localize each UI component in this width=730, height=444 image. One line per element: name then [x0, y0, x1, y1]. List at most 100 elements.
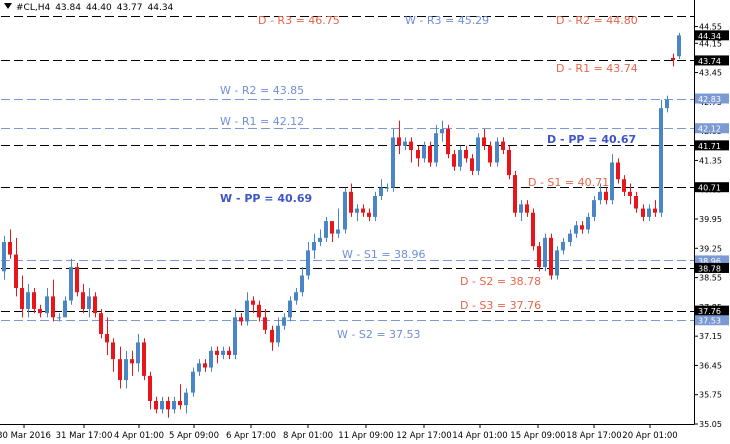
x-tick-label-4: 6 Apr 17:00: [226, 431, 276, 441]
price-tag-text: 38.78: [698, 264, 721, 273]
candle-body: [51, 296, 55, 318]
candle-body: [124, 359, 128, 381]
x-tick-label-7: 12 Apr 17:00: [396, 431, 451, 441]
candle-body: [628, 191, 632, 196]
candle-body: [32, 292, 36, 309]
level-label-12: W - S2 = 37.53: [337, 328, 421, 341]
candle-91: [555, 246, 559, 280]
level-price-tag-3: 43.74: [695, 55, 729, 66]
candle-body: [63, 300, 67, 318]
candle-90: [549, 233, 553, 280]
candle-body: [561, 242, 565, 251]
candle-89: [543, 233, 547, 272]
y-tick-label-2: 43.45: [699, 69, 722, 78]
price-chart[interactable]: 44.5544.1543.4542.7542.0541.3540.6539.95…: [0, 0, 730, 444]
candle-body: [38, 308, 42, 314]
price-tag-text: 43.74: [698, 57, 721, 66]
level-label-3: D - R1 = 43.74: [556, 62, 638, 75]
candle-body: [312, 242, 316, 251]
candle-body: [148, 375, 152, 401]
candle-body: [361, 208, 365, 213]
candle-body: [476, 137, 480, 171]
candle-body: [604, 191, 608, 201]
candle-body: [653, 208, 657, 213]
level-label-0: D - R3 = 46.75: [258, 14, 340, 27]
level-price-tag-4: 42.83: [695, 93, 729, 104]
candle-23: [142, 338, 146, 381]
y-tick-label-8: 39.25: [699, 244, 722, 253]
candle-body: [659, 108, 663, 213]
y-tick-label-0: 44.55: [699, 23, 722, 32]
candle-body: [501, 141, 505, 150]
price-tag-text: 42.12: [698, 125, 721, 134]
candle-body: [634, 195, 638, 209]
candle-83: [507, 145, 511, 180]
candle-88: [537, 242, 541, 272]
x-tick-label-2: 4 Apr 01:00: [114, 431, 164, 441]
open-value: 43.84: [55, 3, 81, 13]
level-label-7: W - PP = 40.69: [220, 192, 312, 205]
level-label-11: D - S3 = 37.76: [460, 299, 541, 312]
candle-body: [434, 133, 438, 163]
candle-body: [93, 296, 97, 314]
y-tick-label-5: 41.35: [699, 156, 722, 165]
level-price-tag-6: 41.71: [695, 140, 729, 151]
candle-body: [336, 229, 340, 234]
candle-body: [531, 212, 535, 247]
y-tick-label-9: 38.55: [699, 274, 722, 283]
candle-body: [379, 187, 383, 196]
candle-body: [26, 292, 30, 309]
price-tag-text: 37.53: [698, 317, 721, 326]
close-value: 44.34: [147, 3, 174, 13]
level-label-5: W - R1 = 42.12: [220, 115, 304, 128]
candle-body: [574, 225, 578, 234]
candle-body: [537, 246, 541, 268]
candle-111: [677, 32, 681, 60]
candle-body: [263, 317, 267, 330]
candle-78: [476, 133, 480, 176]
candle-body: [227, 350, 231, 355]
price-tag-text: 41.71: [698, 142, 721, 151]
level-price-tag-10: 38.78: [695, 262, 729, 273]
y-tick-label-7: 39.95: [699, 215, 722, 224]
candle-body: [166, 400, 170, 410]
candle-body: [209, 350, 213, 368]
candle-body: [610, 162, 614, 201]
candle-body: [99, 313, 103, 335]
x-tick-label-1: 31 Mar 17:00: [56, 431, 113, 441]
level-label-4: W - R2 = 43.85: [220, 84, 304, 97]
level-label-1: W - R3 = 45.29: [405, 14, 489, 27]
candle-body: [555, 250, 559, 276]
candle-body: [2, 242, 6, 272]
price-tag-text: 42.83: [698, 95, 721, 104]
candle-body: [409, 141, 413, 150]
candle-body: [14, 254, 18, 289]
candle-body: [568, 233, 572, 243]
level-label-9: W - S1 = 38.96: [342, 248, 426, 261]
candle-12: [75, 262, 79, 297]
candle-body: [488, 145, 492, 163]
candle-body: [470, 158, 474, 171]
x-tick-label-11: 20 Apr 01:00: [622, 431, 677, 441]
chart-header: #CL,H4 43.84 44.40 43.77 44.34: [4, 3, 178, 13]
level-price-tag-5: 42.12: [695, 123, 729, 134]
candle-body: [197, 363, 201, 372]
candle-body: [318, 237, 322, 243]
y-tick-label-13: 35.75: [699, 391, 722, 400]
x-tick-label-0: 30 Mar 2016: [0, 431, 51, 441]
level-label-10: D - S2 = 38.78: [460, 275, 541, 288]
candle-body: [178, 400, 182, 406]
candle-body: [239, 317, 243, 322]
candle-body: [507, 149, 511, 176]
level-price-tag-12: 37.53: [695, 315, 729, 326]
candle-body: [69, 267, 73, 301]
candle-body: [184, 392, 188, 406]
candle-body: [416, 149, 420, 159]
candle-body: [324, 221, 328, 238]
candle-body: [20, 288, 24, 309]
price-tag-text: 44.34: [698, 32, 721, 41]
candle-body: [118, 359, 122, 381]
candle-body: [543, 237, 547, 268]
price-tag-text: 37.76: [698, 307, 721, 316]
dropdown-triangle-icon[interactable]: [4, 3, 12, 9]
